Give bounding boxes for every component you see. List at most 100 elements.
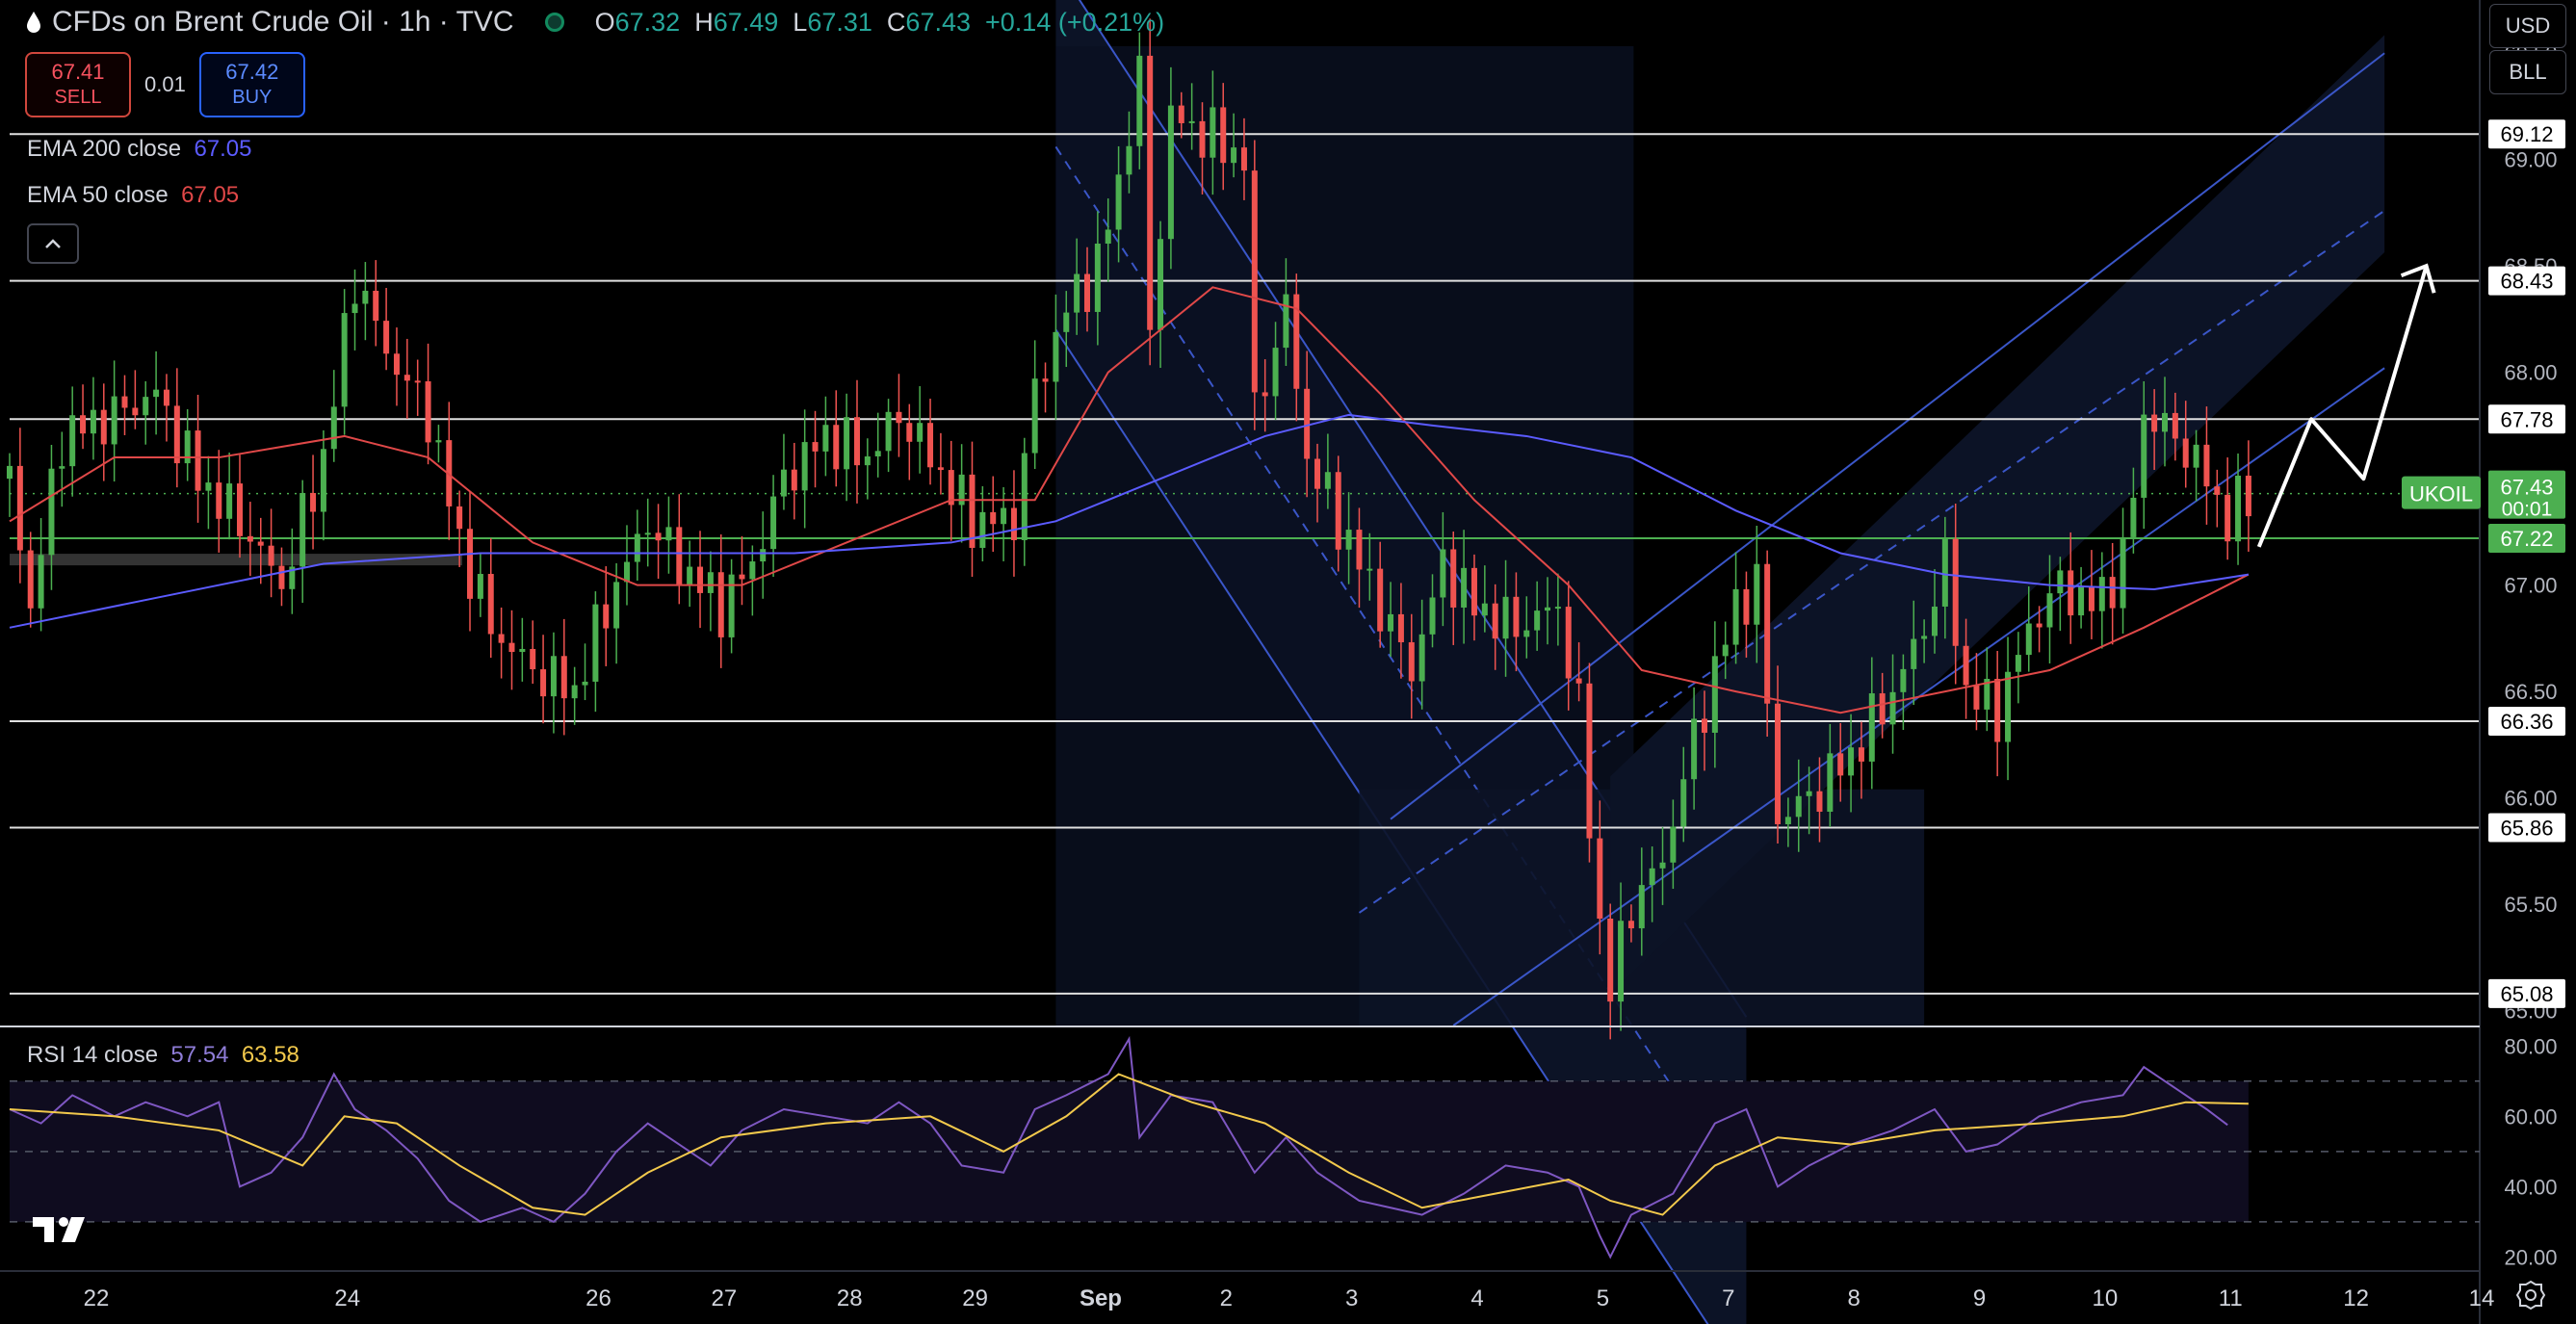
candle-body [27, 550, 34, 609]
candle-body [1764, 563, 1771, 704]
candle-body [665, 527, 672, 541]
candle-body [205, 482, 212, 491]
gear-icon[interactable] [2514, 1279, 2547, 1311]
candle-body [644, 532, 651, 535]
candle-body [2235, 475, 2242, 542]
candle-body [2078, 586, 2085, 616]
candle-body [1262, 392, 1268, 397]
candle-body [1806, 791, 1812, 796]
candle-body [728, 574, 735, 637]
countdown-label: 00:01 [2502, 499, 2553, 521]
candle-body [1492, 603, 1498, 639]
candle-body [1178, 105, 1184, 123]
candle-body [393, 353, 400, 376]
time-tick-label: 28 [837, 1285, 863, 1311]
tradingview-logo[interactable] [33, 1213, 94, 1244]
unit-selector[interactable]: BLL [2489, 50, 2566, 94]
candle-body [1743, 588, 1750, 625]
candle-body [1356, 530, 1363, 570]
candle-body [1115, 174, 1122, 230]
candle-body [1397, 613, 1404, 643]
rsi-pane: 20.00 40.00 60.00 80.00 [9, 1034, 2558, 1269]
candle-body [1502, 596, 1509, 639]
candle-body [1659, 862, 1666, 869]
price-tick-label: 67.00 [2504, 574, 2557, 598]
candle-body [1083, 273, 1090, 312]
candle-body [1680, 779, 1687, 827]
candle-body [1973, 685, 1980, 710]
sell-button[interactable]: 67.41 SELL [25, 52, 131, 117]
collapse-legend-button[interactable] [27, 223, 79, 264]
candle-body [1167, 105, 1174, 240]
candle-body [969, 474, 976, 548]
candle-body [1418, 634, 1425, 682]
time-tick-label: 27 [711, 1285, 737, 1311]
candle-body [2203, 444, 2210, 487]
candle-body [812, 442, 819, 452]
candle-body [1775, 703, 1782, 824]
candle-body [1188, 120, 1195, 123]
candle-body [801, 442, 808, 491]
candle-body [1450, 549, 1457, 608]
candle-body [1074, 273, 1080, 313]
candle-body [414, 380, 421, 383]
candle-body [791, 469, 797, 491]
market-status-icon [544, 13, 564, 32]
candle-body [48, 468, 55, 556]
time-tick-label: 10 [2093, 1285, 2119, 1311]
level-tag-label: 65.86 [2500, 817, 2553, 841]
candle-body [2098, 577, 2105, 611]
candle-body [844, 417, 850, 470]
symbol-tag-label: UKOIL [2409, 482, 2473, 506]
time-tick-label: 7 [1722, 1285, 1734, 1311]
candle-body [1911, 638, 1917, 669]
candle-body [1575, 678, 1582, 684]
time-tick-label: 24 [334, 1285, 360, 1311]
rsi-legend[interactable]: RSI 14 close 57.54 63.58 [27, 1042, 299, 1069]
candle-body [1554, 607, 1561, 610]
candle-body [927, 423, 934, 468]
currency-selector[interactable]: USD [2489, 4, 2566, 48]
price-tick-label: 69.00 [2504, 148, 2557, 172]
ema200-legend[interactable]: EMA 200 close 67.05 [27, 136, 252, 163]
time-tick-label: 3 [1345, 1285, 1358, 1311]
price-tick-label: 66.00 [2504, 787, 2557, 811]
candle-body [1147, 55, 1154, 330]
candle-body [1638, 885, 1645, 929]
candle-body [2151, 414, 2158, 432]
candle-body [1126, 145, 1132, 175]
candle-body [2193, 444, 2199, 468]
candle-body [1251, 170, 1258, 393]
rsi-tick-label: 20.00 [2504, 1245, 2557, 1269]
level-tag-label: 66.36 [2500, 710, 2553, 734]
price-tick-label: 68.00 [2504, 361, 2557, 385]
candle-body [1994, 678, 2001, 742]
candle-body [1963, 645, 1969, 686]
candle-body [833, 425, 840, 470]
candle-body [1701, 718, 1707, 733]
candle-body [1848, 747, 1855, 776]
buy-button[interactable]: 67.42 BUY [198, 52, 305, 117]
candle-body [100, 409, 107, 445]
symbol-title[interactable]: CFDs on Brent Crude Oil · 1h · TVC [52, 6, 514, 39]
ema50-legend[interactable]: EMA 50 close 67.05 [27, 182, 239, 209]
chart-canvas[interactable]: 65.0065.5066.0066.5067.0067.5068.0068.50… [0, 0, 2576, 1324]
candle-body [498, 634, 505, 643]
candle-body [226, 483, 233, 519]
candle-body [341, 313, 348, 407]
candle-body [864, 455, 871, 466]
candle-body [477, 574, 483, 599]
candle-body [1879, 693, 1886, 725]
candle-body [1868, 693, 1875, 762]
candle-body [937, 467, 944, 471]
candle-body [979, 511, 986, 548]
candle-body [1314, 458, 1321, 489]
candle-body [1001, 507, 1007, 525]
candle-body [1231, 147, 1237, 164]
candle-body [1534, 610, 1541, 631]
candle-body [2088, 586, 2095, 611]
candle-body [1900, 668, 1907, 692]
candle-body [990, 511, 997, 525]
time-tick-label: 2 [1220, 1285, 1233, 1311]
candle-body [1545, 607, 1551, 611]
